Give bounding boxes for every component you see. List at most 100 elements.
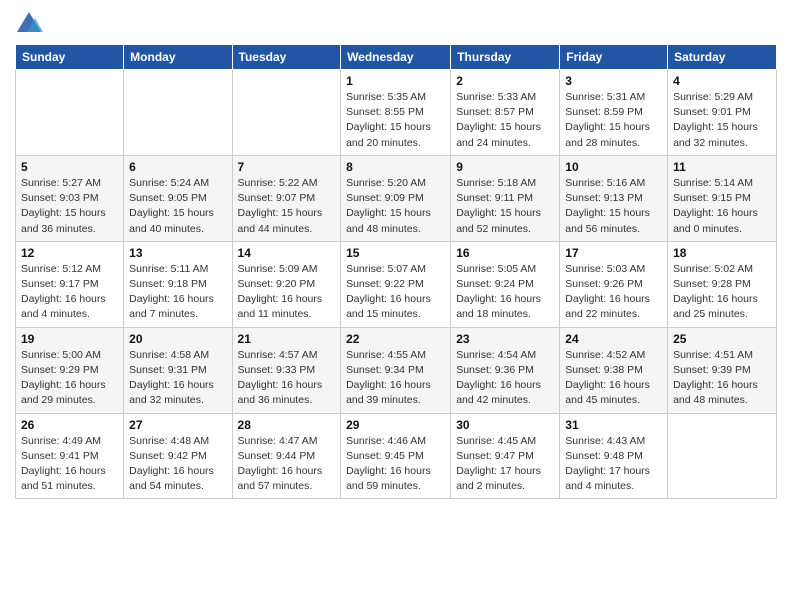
page-header [15, 10, 777, 38]
day-cell: 26 Sunrise: 4:49 AMSunset: 9:41 PMDayligh… [16, 413, 124, 499]
day-cell: 2Sunrise: 5:33 AMSunset: 8:57 PMDaylight… [451, 70, 560, 156]
day-info: Sunrise: 5:22 AMSunset: 9:07 PMDaylight:… [238, 176, 336, 237]
day-info: Sunrise: 4:48 AMSunset: 9:42 PMDaylight:… [129, 434, 226, 495]
day-number: 19 [21, 332, 118, 346]
day-cell: 17 Sunrise: 5:03 AMSunset: 9:26 PMDayligh… [560, 241, 668, 327]
day-header-saturday: Saturday [668, 45, 777, 70]
day-cell: 15 Sunrise: 5:07 AMSunset: 9:22 PMDayligh… [341, 241, 451, 327]
day-cell: 30 Sunrise: 4:45 AMSunset: 9:47 PMDayligh… [451, 413, 560, 499]
week-row-5: 26 Sunrise: 4:49 AMSunset: 9:41 PMDayligh… [16, 413, 777, 499]
day-cell: 5 Sunrise: 5:27 AMSunset: 9:03 PMDaylight… [16, 155, 124, 241]
day-info: Sunrise: 5:18 AMSunset: 9:11 PMDaylight:… [456, 176, 554, 237]
day-header-thursday: Thursday [451, 45, 560, 70]
day-number: 30 [456, 418, 554, 432]
day-cell: 27Sunrise: 4:48 AMSunset: 9:42 PMDayligh… [124, 413, 232, 499]
day-info: Sunrise: 4:57 AMSunset: 9:33 PMDaylight:… [238, 348, 336, 409]
day-info: Sunrise: 5:07 AMSunset: 9:22 PMDaylight:… [346, 262, 445, 323]
day-cell: 20 Sunrise: 4:58 AMSunset: 9:31 PMDayligh… [124, 327, 232, 413]
day-number: 20 [129, 332, 226, 346]
day-cell: 8 Sunrise: 5:20 AMSunset: 9:09 PMDaylight… [341, 155, 451, 241]
day-number: 28 [238, 418, 336, 432]
day-header-wednesday: Wednesday [341, 45, 451, 70]
day-info: Sunrise: 5:03 AMSunset: 9:26 PMDaylight:… [565, 262, 662, 323]
day-cell: 13 Sunrise: 5:11 AMSunset: 9:18 PMDayligh… [124, 241, 232, 327]
day-number: 29 [346, 418, 445, 432]
day-cell: 9 Sunrise: 5:18 AMSunset: 9:11 PMDaylight… [451, 155, 560, 241]
day-header-tuesday: Tuesday [232, 45, 341, 70]
day-cell: 16Sunrise: 5:05 AMSunset: 9:24 PMDayligh… [451, 241, 560, 327]
day-info: Sunrise: 5:24 AMSunset: 9:05 PMDaylight:… [129, 176, 226, 237]
day-number: 12 [21, 246, 118, 260]
day-cell [124, 70, 232, 156]
day-number: 21 [238, 332, 336, 346]
day-header-monday: Monday [124, 45, 232, 70]
day-info: Sunrise: 5:11 AMSunset: 9:18 PMDaylight:… [129, 262, 226, 323]
day-number: 7 [238, 160, 336, 174]
day-cell: 4 Sunrise: 5:29 AMSunset: 9:01 PMDaylight… [668, 70, 777, 156]
day-info: Sunrise: 5:12 AMSunset: 9:17 PMDaylight:… [21, 262, 118, 323]
day-info: Sunrise: 5:29 AMSunset: 9:01 PMDaylight:… [673, 90, 771, 151]
day-header-friday: Friday [560, 45, 668, 70]
day-cell: 22 Sunrise: 4:55 AMSunset: 9:34 PMDayligh… [341, 327, 451, 413]
day-cell: 14 Sunrise: 5:09 AMSunset: 9:20 PMDayligh… [232, 241, 341, 327]
day-cell [668, 413, 777, 499]
day-cell [232, 70, 341, 156]
day-number: 26 [21, 418, 118, 432]
day-info: Sunrise: 4:52 AMSunset: 9:38 PMDaylight:… [565, 348, 662, 409]
week-row-2: 5 Sunrise: 5:27 AMSunset: 9:03 PMDaylight… [16, 155, 777, 241]
day-number: 5 [21, 160, 118, 174]
day-info: Sunrise: 5:14 AMSunset: 9:15 PMDaylight:… [673, 176, 771, 237]
day-number: 8 [346, 160, 445, 174]
day-number: 17 [565, 246, 662, 260]
logo-icon [15, 10, 43, 38]
day-info: Sunrise: 4:58 AMSunset: 9:31 PMDaylight:… [129, 348, 226, 409]
calendar-table: SundayMondayTuesdayWednesdayThursdayFrid… [15, 44, 777, 499]
day-number: 2 [456, 74, 554, 88]
day-number: 25 [673, 332, 771, 346]
day-cell: 24 Sunrise: 4:52 AMSunset: 9:38 PMDayligh… [560, 327, 668, 413]
day-number: 13 [129, 246, 226, 260]
week-row-1: 1Sunrise: 5:35 AMSunset: 8:55 PMDaylight… [16, 70, 777, 156]
day-info: Sunrise: 5:31 AMSunset: 8:59 PMDaylight:… [565, 90, 662, 151]
day-number: 24 [565, 332, 662, 346]
day-cell: 1Sunrise: 5:35 AMSunset: 8:55 PMDaylight… [341, 70, 451, 156]
day-info: Sunrise: 4:54 AMSunset: 9:36 PMDaylight:… [456, 348, 554, 409]
day-info: Sunrise: 4:47 AMSunset: 9:44 PMDaylight:… [238, 434, 336, 495]
day-info: Sunrise: 4:55 AMSunset: 9:34 PMDaylight:… [346, 348, 445, 409]
day-number: 16 [456, 246, 554, 260]
day-number: 31 [565, 418, 662, 432]
day-number: 9 [456, 160, 554, 174]
day-info: Sunrise: 4:45 AMSunset: 9:47 PMDaylight:… [456, 434, 554, 495]
day-info: Sunrise: 4:49 AMSunset: 9:41 PMDaylight:… [21, 434, 118, 495]
day-number: 15 [346, 246, 445, 260]
day-cell: 19 Sunrise: 5:00 AMSunset: 9:29 PMDayligh… [16, 327, 124, 413]
day-cell: 25 Sunrise: 4:51 AMSunset: 9:39 PMDayligh… [668, 327, 777, 413]
day-cell: 3Sunrise: 5:31 AMSunset: 8:59 PMDaylight… [560, 70, 668, 156]
day-info: Sunrise: 4:51 AMSunset: 9:39 PMDaylight:… [673, 348, 771, 409]
day-info: Sunrise: 5:20 AMSunset: 9:09 PMDaylight:… [346, 176, 445, 237]
day-number: 18 [673, 246, 771, 260]
day-number: 6 [129, 160, 226, 174]
day-number: 23 [456, 332, 554, 346]
day-cell: 29 Sunrise: 4:46 AMSunset: 9:45 PMDayligh… [341, 413, 451, 499]
week-row-3: 12 Sunrise: 5:12 AMSunset: 9:17 PMDayligh… [16, 241, 777, 327]
day-number: 14 [238, 246, 336, 260]
day-cell: 31Sunrise: 4:43 AMSunset: 9:48 PMDayligh… [560, 413, 668, 499]
day-info: Sunrise: 5:27 AMSunset: 9:03 PMDaylight:… [21, 176, 118, 237]
day-number: 22 [346, 332, 445, 346]
day-info: Sunrise: 5:00 AMSunset: 9:29 PMDaylight:… [21, 348, 118, 409]
day-info: Sunrise: 5:09 AMSunset: 9:20 PMDaylight:… [238, 262, 336, 323]
day-cell: 23 Sunrise: 4:54 AMSunset: 9:36 PMDayligh… [451, 327, 560, 413]
day-cell: 18Sunrise: 5:02 AMSunset: 9:28 PMDayligh… [668, 241, 777, 327]
day-cell: 28 Sunrise: 4:47 AMSunset: 9:44 PMDayligh… [232, 413, 341, 499]
day-cell [16, 70, 124, 156]
day-info: Sunrise: 4:46 AMSunset: 9:45 PMDaylight:… [346, 434, 445, 495]
day-cell: 11 Sunrise: 5:14 AMSunset: 9:15 PMDayligh… [668, 155, 777, 241]
day-cell: 12 Sunrise: 5:12 AMSunset: 9:17 PMDayligh… [16, 241, 124, 327]
day-cell: 7 Sunrise: 5:22 AMSunset: 9:07 PMDaylight… [232, 155, 341, 241]
day-cell: 21 Sunrise: 4:57 AMSunset: 9:33 PMDayligh… [232, 327, 341, 413]
day-number: 11 [673, 160, 771, 174]
day-cell: 6 Sunrise: 5:24 AMSunset: 9:05 PMDaylight… [124, 155, 232, 241]
header-row: SundayMondayTuesdayWednesdayThursdayFrid… [16, 45, 777, 70]
day-number: 4 [673, 74, 771, 88]
